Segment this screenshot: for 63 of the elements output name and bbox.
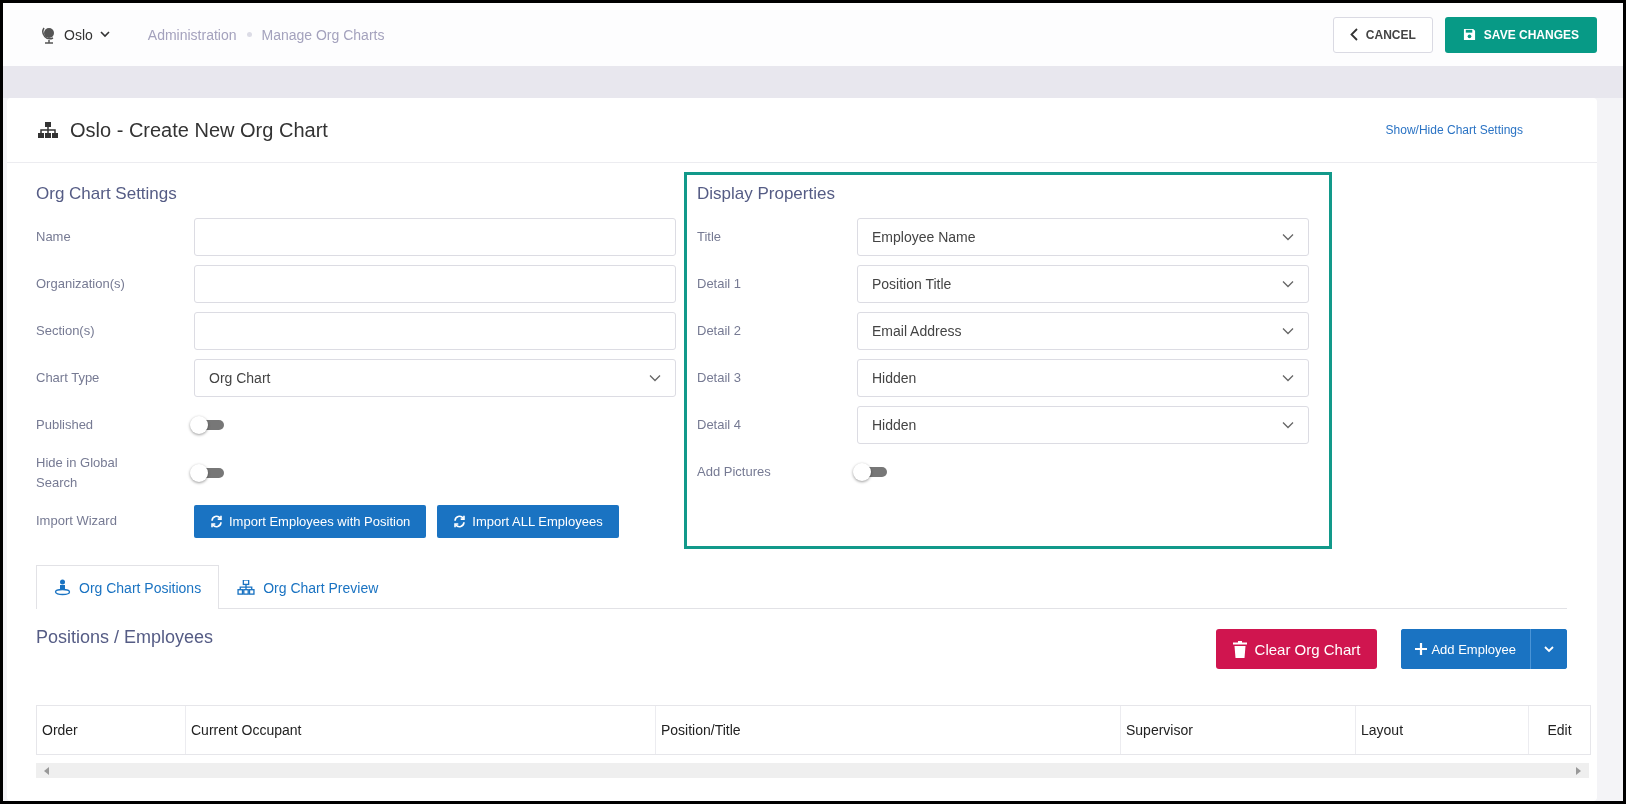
chevron-down-icon (1282, 327, 1294, 335)
field-label: Chart Type (36, 369, 101, 387)
person-pin-icon (54, 579, 71, 596)
save-icon (1462, 28, 1476, 41)
chevron-down-icon (649, 374, 661, 382)
field-label: Section(s) (36, 322, 96, 340)
field-label: Add Pictures (697, 463, 772, 481)
chevron-left-icon (1349, 28, 1358, 41)
field-label: Published (36, 416, 95, 434)
add-employee-button[interactable]: Add Employee (1401, 629, 1531, 669)
import-button[interactable]: Import ALL Employees (437, 504, 619, 538)
select-dropdown[interactable]: Position Title (857, 265, 1309, 303)
field-label: Organization(s) (36, 275, 126, 293)
select-dropdown[interactable]: Employee Name (857, 218, 1309, 256)
column-header: Supervisor (1120, 706, 1355, 754)
select-dropdown[interactable]: Hidden (857, 359, 1309, 397)
cancel-button[interactable]: CANCEL (1332, 16, 1433, 53)
field-label: Detail 4 (697, 416, 743, 434)
page-title: Oslo - Create New Org Chart (70, 118, 328, 142)
field-label: Title (697, 228, 723, 246)
horizontal-scrollbar[interactable] (36, 763, 1589, 778)
trash-icon (1232, 640, 1247, 658)
field-label: Detail 3 (697, 369, 743, 387)
column-header: Edit (1528, 706, 1590, 754)
chevron-down-icon (1282, 233, 1294, 241)
chevron-down-icon (99, 31, 110, 38)
plus-icon (1415, 643, 1428, 655)
chevron-down-icon (1282, 374, 1294, 382)
chevron-down-icon (1282, 421, 1294, 429)
location-selector[interactable]: Oslo (41, 25, 110, 44)
import-button[interactable]: Import Employees with Position (194, 504, 427, 538)
field-label: Hide in Global Search (36, 454, 119, 492)
column-header: Layout (1355, 706, 1528, 754)
refresh-icon (210, 514, 223, 528)
column-header: Order (41, 721, 79, 740)
section-heading: Positions / Employees (36, 627, 214, 648)
tab[interactable]: Org Chart Preview (219, 565, 397, 609)
text-input[interactable] (194, 312, 676, 350)
field-label: Detail 1 (697, 275, 743, 293)
section-heading: Display Properties (697, 184, 836, 204)
select-dropdown[interactable]: Hidden (857, 406, 1309, 444)
field-label: Detail 2 (697, 322, 743, 340)
org-chart-icon (237, 580, 256, 595)
scroll-right-icon[interactable] (1576, 766, 1581, 775)
clear-org-chart-button[interactable]: Clear Org Chart (1215, 629, 1378, 669)
tab[interactable]: Org Chart Positions (36, 565, 220, 609)
text-input[interactable] (194, 218, 676, 256)
column-header: Position/Title (655, 706, 1120, 754)
caret-icon (1544, 645, 1554, 653)
refresh-icon (453, 514, 467, 528)
select-dropdown[interactable]: Email Address (857, 312, 1309, 350)
field-label: Import Wizard (36, 512, 118, 530)
section-heading: Org Chart Settings (36, 184, 178, 204)
field-label: Name (36, 228, 72, 246)
column-header: Current Occupant (185, 706, 655, 754)
scroll-left-icon[interactable] (44, 766, 49, 775)
org-chart-icon (38, 121, 58, 139)
text-input[interactable] (194, 265, 676, 303)
chevron-down-icon (1282, 280, 1294, 288)
save-changes-button[interactable]: SAVE CHANGES (1444, 16, 1597, 53)
select-dropdown[interactable]: Org Chart (194, 359, 676, 397)
show-hide-settings-link[interactable]: Show/Hide Chart Settings (1385, 123, 1523, 137)
globe-icon (41, 25, 57, 44)
